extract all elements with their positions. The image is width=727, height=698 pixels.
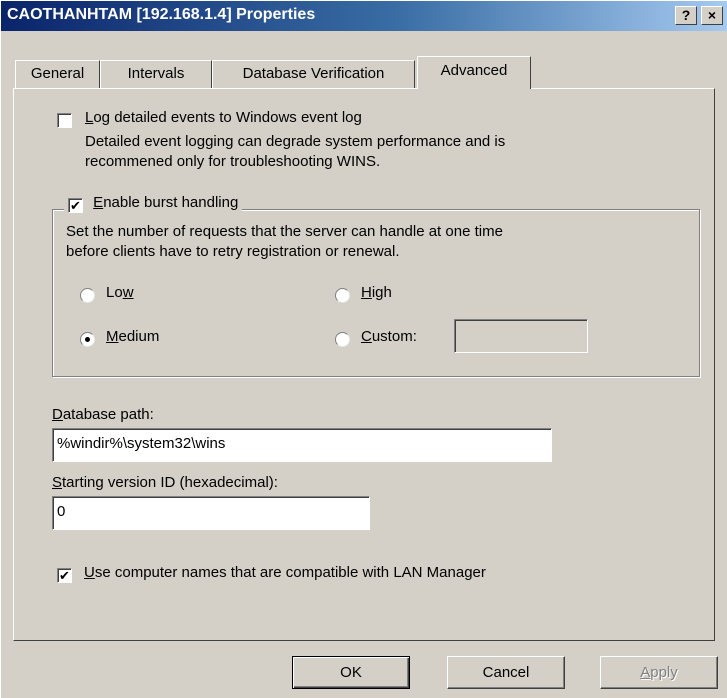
check-glyph: ✔ bbox=[70, 198, 81, 213]
tab-database-verification[interactable]: Database Verification bbox=[212, 60, 415, 88]
burst-description-line2: before clients have to retry registratio… bbox=[66, 243, 400, 260]
log-events-checkbox[interactable] bbox=[57, 113, 72, 128]
radio-selected-dot bbox=[85, 337, 90, 342]
burst-handling-header: ✔ Enable burst handling bbox=[64, 193, 243, 219]
radio-custom-label[interactable]: Custom: bbox=[361, 328, 417, 345]
advanced-tab-panel: Log detailed events to Windows event log… bbox=[13, 88, 715, 641]
log-events-label[interactable]: Log detailed events to Windows event log bbox=[85, 109, 362, 126]
starting-version-label: Starting version ID (hexadecimal): bbox=[52, 474, 278, 491]
help-button[interactable]: ? bbox=[675, 6, 697, 25]
lan-manager-checkbox[interactable]: ✔ bbox=[57, 568, 72, 583]
starting-version-input[interactable]: 0 bbox=[52, 496, 370, 530]
title-bar[interactable]: CAOTHANHTAM [192.168.1.4] Properties ? × bbox=[1, 1, 727, 31]
lan-manager-label[interactable]: Use computer names that are compatible w… bbox=[84, 564, 486, 581]
radio-medium-label[interactable]: Medium bbox=[106, 328, 159, 345]
radio-low[interactable] bbox=[80, 288, 95, 303]
burst-handling-checkbox[interactable]: ✔ bbox=[68, 198, 83, 213]
tab-general[interactable]: General bbox=[15, 60, 100, 88]
check-glyph: ✔ bbox=[59, 568, 70, 583]
apply-button[interactable]: Apply bbox=[600, 656, 718, 689]
window-title: CAOTHANHTAM [192.168.1.4] Properties bbox=[7, 6, 316, 23]
radio-low-label[interactable]: Low bbox=[106, 284, 134, 301]
close-button[interactable]: × bbox=[701, 6, 723, 25]
burst-handling-label[interactable]: Enable burst handling bbox=[93, 194, 238, 211]
radio-custom[interactable] bbox=[335, 332, 350, 347]
log-events-description-line2: recommened only for troubleshooting WINS… bbox=[85, 153, 381, 170]
cancel-button[interactable]: Cancel bbox=[447, 656, 565, 689]
radio-medium[interactable] bbox=[80, 332, 95, 347]
burst-description-line1: Set the number of requests that the serv… bbox=[66, 223, 503, 240]
properties-dialog: CAOTHANHTAM [192.168.1.4] Properties ? ×… bbox=[0, 0, 727, 698]
radio-high[interactable] bbox=[335, 288, 350, 303]
log-events-description-line1: Detailed event logging can degrade syste… bbox=[85, 133, 506, 150]
radio-high-label[interactable]: High bbox=[361, 284, 392, 301]
ok-button[interactable]: OK bbox=[292, 656, 410, 689]
custom-value-input[interactable] bbox=[454, 319, 588, 353]
tab-intervals[interactable]: Intervals bbox=[100, 60, 212, 88]
tab-advanced[interactable]: Advanced bbox=[417, 56, 531, 89]
database-path-input[interactable]: %windir%\system32\wins bbox=[52, 428, 552, 462]
database-path-label: Database path: bbox=[52, 406, 154, 423]
